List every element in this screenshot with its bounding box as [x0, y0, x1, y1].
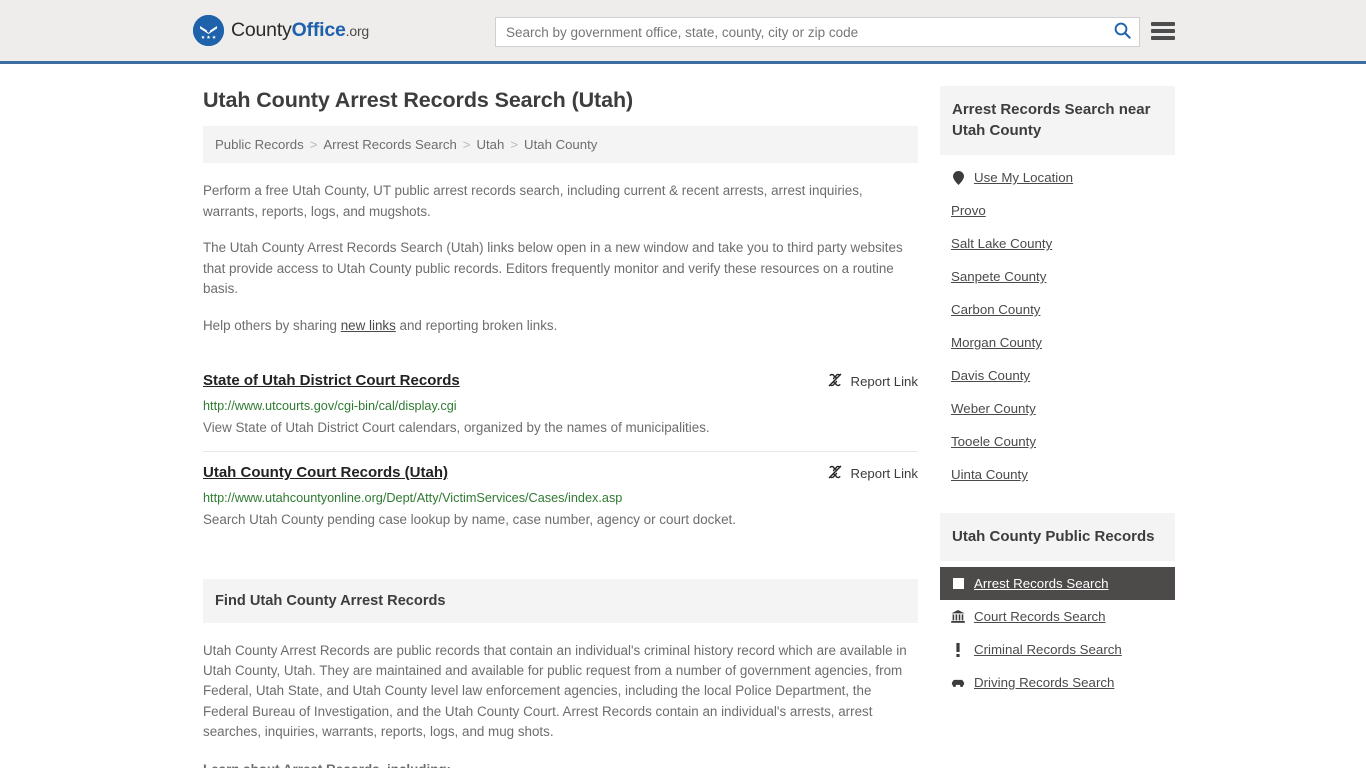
breadcrumb-item-public-records[interactable]: Public Records	[215, 137, 304, 152]
resource-link-item: Utah County Court Records (Utah) Report …	[203, 452, 918, 543]
page-container: Utah County Arrest Records Search (Utah)…	[0, 64, 1366, 768]
eagle-stars-logo-icon	[193, 15, 224, 46]
car-icon	[951, 678, 965, 688]
intro-paragraph-2: The Utah County Arrest Records Search (U…	[203, 240, 903, 296]
resource-link-description: View State of Utah District Court calend…	[203, 420, 710, 435]
sidebar-item-salt-lake-county[interactable]: Salt Lake County	[940, 227, 1175, 260]
learn-about-heading: Learn about Arrest Records, including:	[203, 760, 918, 768]
sidebar-near-heading: Arrest Records Search near Utah County	[940, 86, 1175, 155]
sidebar-item-driving-records-search[interactable]: Driving Records Search	[940, 666, 1175, 699]
sidebar-item-weber-county[interactable]: Weber County	[940, 392, 1175, 425]
breadcrumb-item-arrest-records-search[interactable]: Arrest Records Search	[323, 137, 456, 152]
find-records-paragraph: Utah County Arrest Records are public re…	[203, 643, 907, 739]
hamburger-bar	[1151, 22, 1175, 26]
resource-link-url[interactable]: http://www.utahcountyonline.org/Dept/Att…	[203, 490, 918, 506]
breadcrumb-item-utah[interactable]: Utah	[476, 137, 504, 152]
sidebar-item-label: Salt Lake County	[951, 236, 1053, 251]
resource-link-item: State of Utah District Court Records Rep…	[203, 360, 918, 452]
sidebar-near-list: Use My Location Provo Salt Lake County S…	[940, 155, 1175, 491]
resource-link-list: State of Utah District Court Records Rep…	[203, 360, 918, 543]
hamburger-menu-button[interactable]	[1151, 20, 1175, 42]
map-pin-icon	[951, 170, 965, 185]
search-input[interactable]	[496, 18, 1105, 46]
sidebar-records-heading: Utah County Public Records	[940, 513, 1175, 561]
broken-link-icon	[827, 464, 843, 483]
sidebar-item-tooele-county[interactable]: Tooele County	[940, 425, 1175, 458]
logo-text-county: County	[231, 19, 292, 41]
sidebar-item-sanpete-county[interactable]: Sanpete County	[940, 260, 1175, 293]
find-records-heading: Find Utah County Arrest Records	[203, 579, 918, 623]
sidebar-item-label: Provo	[951, 203, 986, 218]
sidebar-item-label: Driving Records Search	[974, 675, 1115, 690]
sidebar-item-morgan-county[interactable]: Morgan County	[940, 326, 1175, 359]
site-logo-text: CountyOffice.org	[231, 19, 369, 42]
site-header: CountyOffice.org	[0, 0, 1366, 64]
sidebar-item-label: Davis County	[951, 368, 1031, 383]
hamburger-bar	[1151, 29, 1175, 33]
sidebar-item-criminal-records-search[interactable]: Criminal Records Search	[940, 633, 1175, 666]
resource-link-header: Utah County Court Records (Utah) Report …	[203, 463, 918, 483]
breadcrumb-separator-icon: >	[510, 137, 519, 152]
share-text-before: Help others by sharing	[203, 317, 341, 333]
breadcrumb-separator-icon: >	[462, 137, 471, 152]
search-bar	[495, 17, 1140, 47]
sidebar-item-carbon-county[interactable]: Carbon County	[940, 293, 1175, 326]
sidebar-item-court-records-search[interactable]: Court Records Search	[940, 600, 1175, 633]
page-title: Utah County Arrest Records Search (Utah)	[203, 88, 634, 112]
find-records-body: Utah County Arrest Records are public re…	[203, 641, 918, 768]
broken-link-icon	[827, 372, 843, 391]
sidebar-item-label: Weber County	[951, 401, 1036, 416]
intro-paragraph-1: Perform a free Utah County, UT public ar…	[203, 183, 863, 219]
sidebar-item-label: Court Records Search	[974, 609, 1106, 624]
square-icon	[951, 578, 965, 589]
sidebar-item-use-my-location[interactable]: Use My Location	[940, 161, 1175, 194]
sidebar-item-davis-county[interactable]: Davis County	[940, 359, 1175, 392]
report-link-label: Report Link	[850, 466, 918, 481]
hamburger-bar	[1151, 36, 1175, 40]
search-icon	[1114, 22, 1131, 42]
sidebar-records-list: Arrest Records Search Court Records Sear…	[940, 561, 1175, 699]
sidebar-item-label: Use My Location	[974, 170, 1074, 185]
report-link-button[interactable]: Report Link	[827, 464, 918, 483]
sidebar-item-label: Sanpete County	[951, 269, 1047, 284]
sidebar: Arrest Records Search near Utah County U…	[940, 64, 1175, 699]
sidebar-item-label: Arrest Records Search	[974, 576, 1109, 591]
site-logo[interactable]: CountyOffice.org	[193, 15, 369, 46]
intro-paragraph-3: Help others by sharing new links and rep…	[203, 316, 918, 337]
main-content: Utah County Arrest Records Search (Utah)…	[203, 64, 918, 768]
resource-link-header: State of Utah District Court Records Rep…	[203, 371, 918, 391]
breadcrumb-item-utah-county[interactable]: Utah County	[524, 137, 597, 152]
sidebar-item-uinta-county[interactable]: Uinta County	[940, 458, 1175, 491]
sidebar-item-label: Criminal Records Search	[974, 642, 1122, 657]
logo-text-office: Office	[291, 19, 346, 41]
sidebar-item-arrest-records-search[interactable]: Arrest Records Search	[940, 567, 1175, 600]
resource-link-title[interactable]: Utah County Court Records (Utah)	[203, 463, 448, 482]
search-button[interactable]	[1105, 18, 1139, 46]
report-link-label: Report Link	[850, 374, 918, 389]
new-links-link[interactable]: new links	[341, 318, 396, 333]
breadcrumb: Public Records > Arrest Records Search >…	[203, 126, 918, 163]
sidebar-item-label: Morgan County	[951, 335, 1042, 350]
resource-link-url[interactable]: http://www.utcourts.gov/cgi-bin/cal/disp…	[203, 398, 918, 414]
sidebar-item-label: Carbon County	[951, 302, 1041, 317]
share-text-after: and reporting broken links.	[395, 317, 558, 333]
intro-section: Perform a free Utah County, UT public ar…	[203, 181, 918, 336]
sidebar-item-label: Tooele County	[951, 434, 1037, 449]
exclamation-icon	[951, 642, 965, 657]
resource-link-title[interactable]: State of Utah District Court Records	[203, 371, 460, 390]
courthouse-icon	[951, 610, 965, 623]
breadcrumb-separator-icon: >	[309, 137, 318, 152]
report-link-button[interactable]: Report Link	[827, 372, 918, 391]
sidebar-item-provo[interactable]: Provo	[940, 194, 1175, 227]
sidebar-item-label: Uinta County	[951, 467, 1028, 482]
resource-link-description: Search Utah County pending case lookup b…	[203, 512, 736, 527]
logo-text-org: .org	[345, 23, 370, 39]
